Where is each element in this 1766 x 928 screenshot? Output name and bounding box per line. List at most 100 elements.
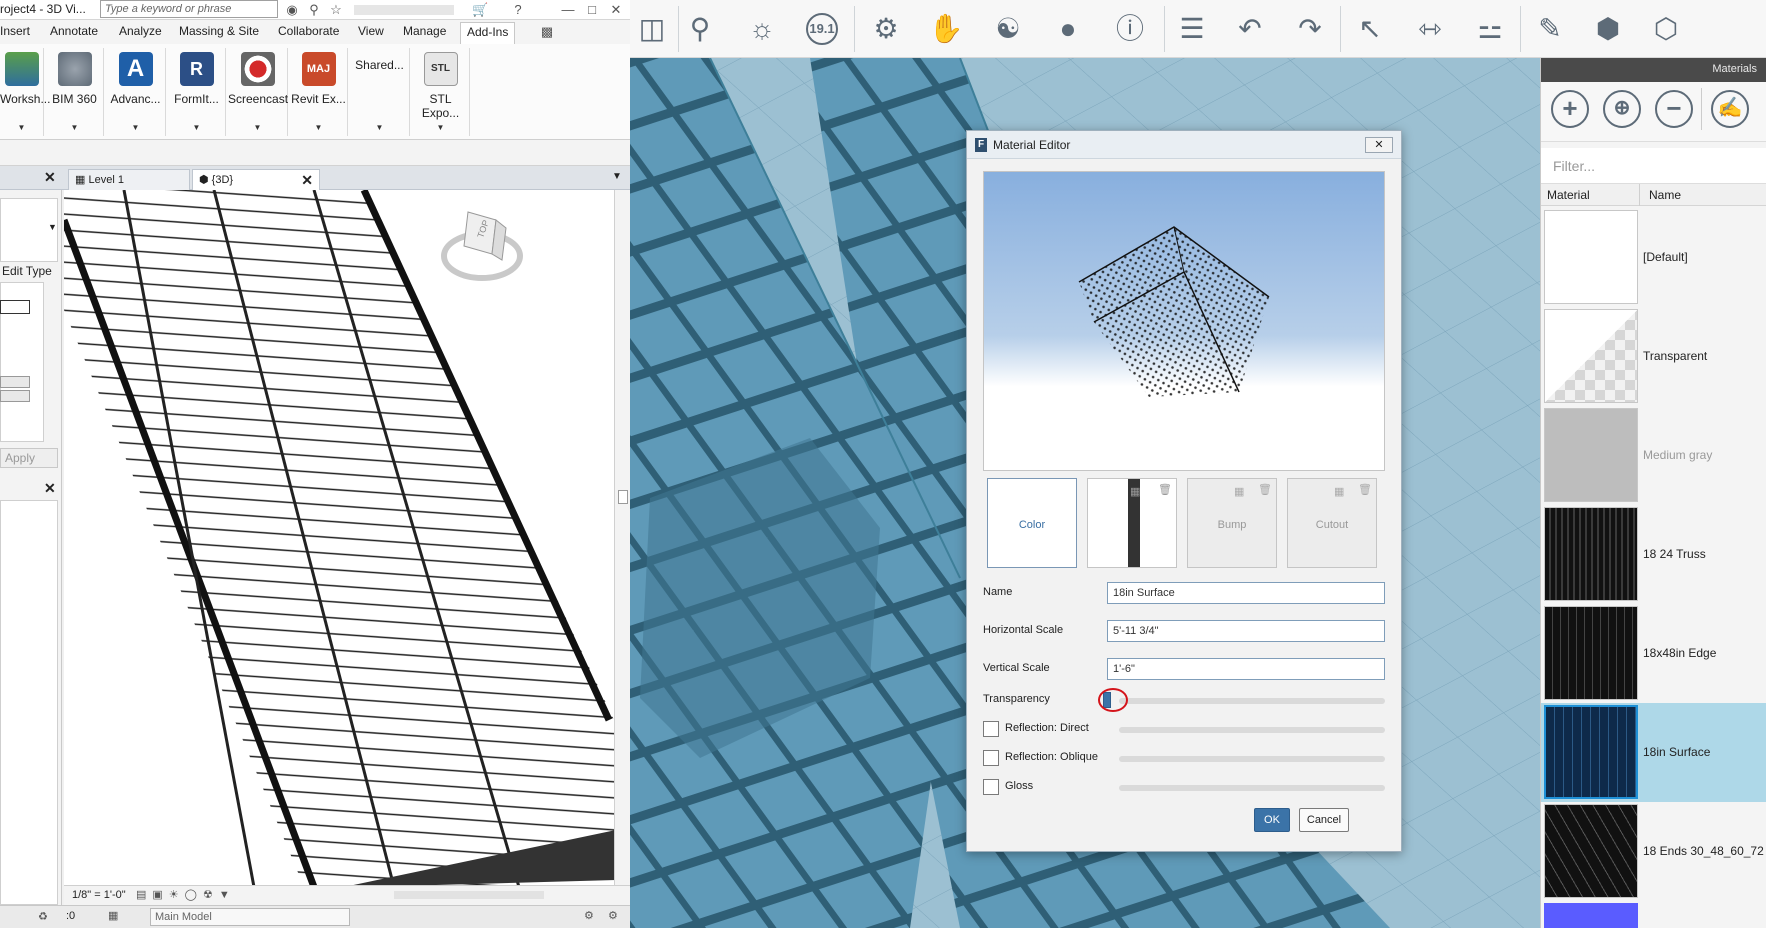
add-material-icon[interactable]: + bbox=[1551, 90, 1589, 128]
bim360-button[interactable]: BIM 360 ▼ bbox=[46, 48, 104, 136]
settings-gear-icon[interactable]: ⚙ bbox=[864, 8, 908, 50]
reflection-direct-slider[interactable] bbox=[1119, 727, 1385, 733]
help-icon[interactable]: ? bbox=[510, 2, 526, 18]
view-control-icons[interactable]: ▤▣☀◯☢▼ bbox=[136, 888, 236, 901]
vertical-scale-input[interactable]: 1'-6" bbox=[1107, 658, 1385, 680]
material-row-18in-surface[interactable]: 18in Surface bbox=[1541, 703, 1766, 802]
horizontal-scale-input[interactable]: 5'-11 3/4" bbox=[1107, 620, 1385, 642]
folder-icon[interactable]: ▦ bbox=[1334, 485, 1344, 498]
minimize-icon[interactable]: — bbox=[560, 2, 576, 18]
material-row-18-ends[interactable]: 18 Ends 30_48_60_72 bbox=[1541, 802, 1766, 901]
column-name[interactable]: Name bbox=[1649, 188, 1681, 202]
location-pin-icon[interactable]: ⚲ bbox=[678, 8, 722, 50]
close-tab-icon[interactable]: ✕ bbox=[301, 172, 313, 189]
scrollbar-thumb[interactable] bbox=[618, 490, 628, 504]
cancel-button[interactable]: Cancel bbox=[1299, 808, 1349, 832]
user-account-icon[interactable]: ● bbox=[1046, 8, 1090, 50]
material-row-medium-gray[interactable]: Medium gray bbox=[1541, 406, 1766, 505]
info-icon[interactable]: ⓘ bbox=[1108, 8, 1152, 50]
stl-export-button[interactable]: STL STL Expo... ▼ bbox=[412, 48, 470, 136]
revit-extensions-button[interactable]: MAJ Revit Ex... ▼ bbox=[290, 48, 348, 136]
material-row-18-24-truss[interactable]: 18 24 Truss bbox=[1541, 505, 1766, 604]
version-badge-icon[interactable]: 19.1 bbox=[800, 8, 844, 50]
maximize-icon[interactable]: □ bbox=[584, 2, 600, 18]
undo-icon[interactable]: ↶ bbox=[1228, 8, 1272, 50]
trash-icon[interactable]: 🗑 bbox=[1358, 483, 1372, 496]
worksharing-button[interactable]: Worksh... ▼ bbox=[0, 48, 50, 136]
reflection-oblique-slider[interactable] bbox=[1119, 756, 1385, 762]
active-model-select[interactable]: Main Model bbox=[150, 908, 350, 926]
close-properties-icon[interactable]: ✕ bbox=[44, 169, 56, 186]
column-material[interactable]: Material bbox=[1547, 188, 1590, 202]
formit-button[interactable]: R FormIt... ▼ bbox=[168, 48, 226, 136]
draw-line-icon[interactable]: ✎ bbox=[1528, 8, 1572, 50]
sun-icon[interactable]: ☼ bbox=[740, 8, 784, 50]
close-browser-icon[interactable]: ✕ bbox=[44, 480, 56, 497]
dialog-close-button[interactable]: ✕ bbox=[1365, 137, 1393, 153]
tab-menu-icon[interactable]: ▼ bbox=[612, 171, 622, 182]
tab-manage[interactable]: Manage bbox=[403, 24, 446, 38]
gloss-slider[interactable] bbox=[1119, 785, 1385, 791]
select-arrow-icon[interactable]: ↖ bbox=[1348, 8, 1392, 50]
list-icon[interactable]: ☰ bbox=[1170, 8, 1214, 50]
material-row-default[interactable]: [Default] bbox=[1541, 208, 1766, 307]
shared-parameters-button[interactable]: Shared... ▼ bbox=[350, 48, 410, 136]
tab-insert[interactable]: Insert bbox=[0, 24, 30, 38]
material-row-transparent[interactable]: Transparent bbox=[1541, 307, 1766, 406]
tab-level-1[interactable]: ▦ Level 1 bbox=[68, 169, 190, 190]
tab-massing-site[interactable]: Massing & Site bbox=[179, 24, 259, 38]
horizontal-scrollbar[interactable] bbox=[394, 891, 544, 899]
tab-3d[interactable]: ⬢ {3D} ✕ bbox=[192, 169, 320, 190]
ok-button[interactable]: OK bbox=[1254, 808, 1290, 832]
name-input[interactable]: 18in Surface bbox=[1107, 582, 1385, 604]
design-options-icon[interactable]: ⚙ bbox=[584, 909, 594, 922]
gloss-checkbox[interactable] bbox=[983, 779, 999, 795]
signin-field[interactable] bbox=[354, 5, 454, 15]
tab-view[interactable]: View bbox=[358, 24, 384, 38]
property-button[interactable] bbox=[0, 390, 30, 402]
vertical-scrollbar[interactable] bbox=[614, 190, 630, 887]
star-icon[interactable]: ☆ bbox=[328, 2, 344, 18]
materials-filter-input[interactable]: Filter... bbox=[1541, 148, 1766, 184]
cutout-map-button[interactable]: ▦ 🗑 Cutout bbox=[1287, 478, 1377, 568]
remove-material-icon[interactable]: − bbox=[1655, 90, 1693, 128]
add-geometry-icon[interactable]: ⬡ bbox=[1644, 8, 1688, 50]
pan-hand-icon[interactable]: ✋ bbox=[924, 8, 968, 50]
add-level-icon[interactable]: ◫ bbox=[630, 8, 674, 50]
search-input[interactable]: Type a keyword or phrase bbox=[100, 0, 278, 18]
trash-icon[interactable]: 🗑 bbox=[1258, 483, 1272, 496]
advance-steel-button[interactable]: A Advanc... ▼ bbox=[106, 48, 166, 136]
material-row-18x48in-edge[interactable]: 18x48in Edge bbox=[1541, 604, 1766, 703]
cart-icon[interactable]: 🛒 bbox=[472, 2, 488, 18]
texture-map-button[interactable]: ▦ 🗑 bbox=[1087, 478, 1177, 568]
type-selector-arrow-icon[interactable]: ▼ bbox=[48, 222, 57, 232]
filter-icon[interactable]: ♻ bbox=[38, 910, 48, 923]
tab-annotate[interactable]: Annotate bbox=[50, 24, 98, 38]
screencast-button[interactable]: Screencast ▼ bbox=[228, 48, 288, 136]
add-cube-icon[interactable]: ⬢ bbox=[1586, 8, 1630, 50]
tab-collaborate[interactable]: Collaborate bbox=[278, 24, 339, 38]
eyedropper-icon[interactable]: ✍ bbox=[1711, 90, 1749, 128]
select-links-icon[interactable]: ⚙ bbox=[608, 909, 618, 922]
paint-icon[interactable]: ⚍ bbox=[1468, 8, 1512, 50]
folder-icon[interactable]: ▦ bbox=[1234, 485, 1244, 498]
color-map-button[interactable]: Color bbox=[987, 478, 1077, 568]
property-button[interactable] bbox=[0, 376, 30, 388]
apply-button[interactable]: Apply bbox=[0, 448, 58, 468]
key-icon[interactable]: ⚲ bbox=[306, 2, 322, 18]
ribbon-options-icon[interactable]: ▩ bbox=[536, 24, 558, 40]
view-scale[interactable]: 1/8" = 1'-0" bbox=[72, 889, 126, 901]
tab-analyze[interactable]: Analyze bbox=[119, 24, 162, 38]
worksets-icon[interactable]: ▦ bbox=[108, 909, 118, 922]
edit-type-button[interactable]: Edit Type bbox=[2, 264, 52, 278]
trash-icon[interactable]: 🗑 bbox=[1158, 483, 1172, 496]
project-browser[interactable] bbox=[0, 500, 58, 905]
transparency-slider[interactable] bbox=[1119, 698, 1385, 704]
viewcube[interactable]: TOP bbox=[440, 202, 524, 286]
folder-icon[interactable]: ▦ bbox=[1130, 485, 1140, 498]
reflection-direct-checkbox[interactable] bbox=[983, 721, 999, 737]
tab-add-ins[interactable]: Add-Ins bbox=[460, 22, 516, 44]
revit-3d-canvas[interactable]: TOP bbox=[64, 190, 616, 887]
reflection-oblique-checkbox[interactable] bbox=[983, 750, 999, 766]
import-material-icon[interactable]: ⊕ bbox=[1603, 90, 1641, 128]
